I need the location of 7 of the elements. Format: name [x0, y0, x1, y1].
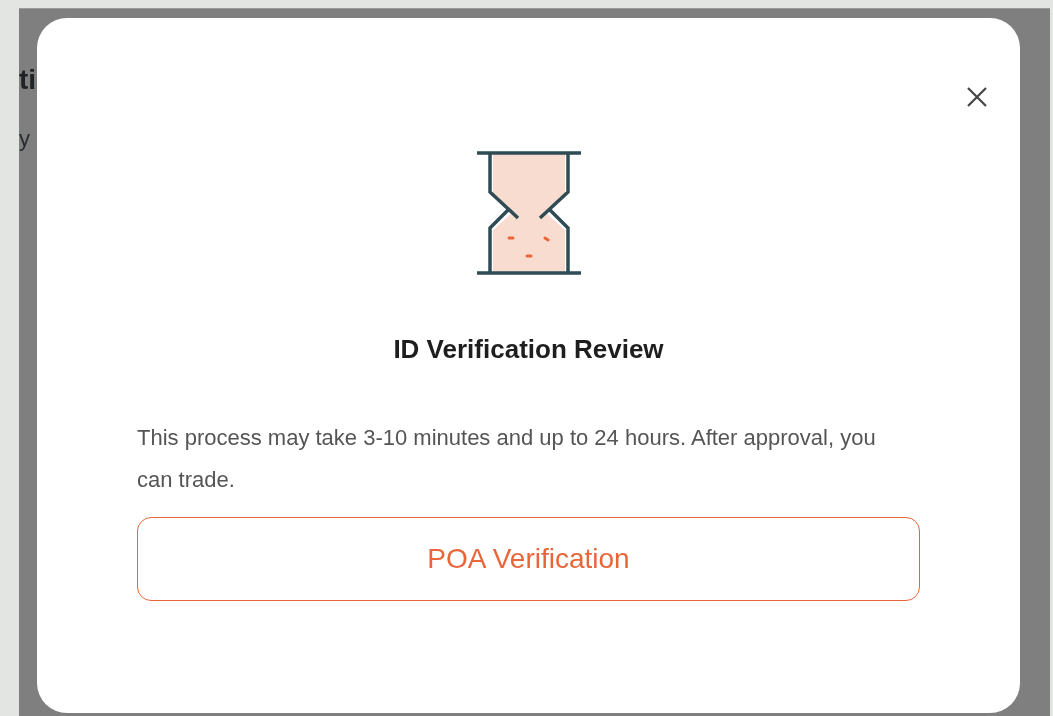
page-text: y — [19, 126, 31, 152]
dialog-message: This process may take 3-10 minutes and up to 24 hours. After approval, you can trade. — [137, 424, 877, 494]
close-icon — [965, 85, 989, 109]
poa-verification-button[interactable]: POA Verification — [137, 517, 920, 601]
page-text: ti — [19, 64, 38, 96]
dialog-title: ID Verification Review — [393, 334, 664, 365]
hourglass-icon — [474, 150, 583, 276]
